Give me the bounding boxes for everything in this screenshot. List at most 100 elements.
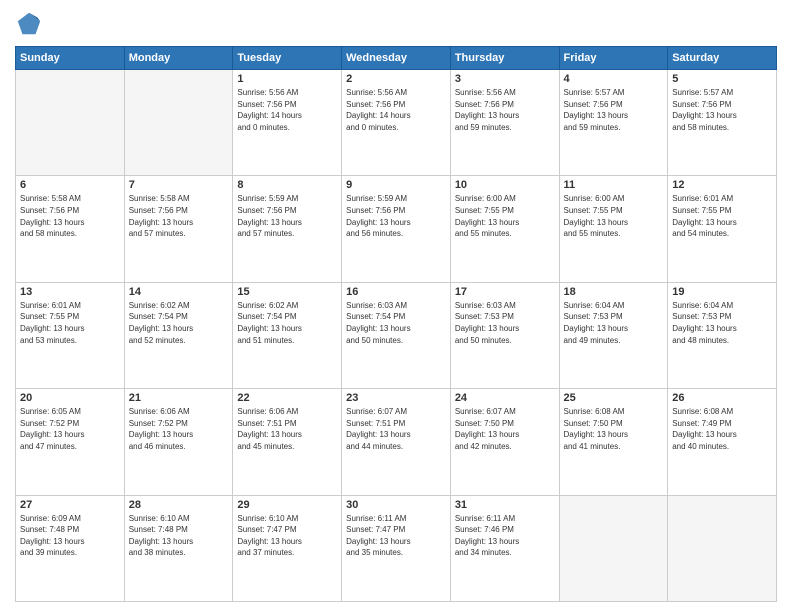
page: SundayMondayTuesdayWednesdayThursdayFrid… [0,0,792,612]
day-info: Sunrise: 6:01 AM Sunset: 7:55 PM Dayligh… [672,193,772,239]
day-info: Sunrise: 6:07 AM Sunset: 7:50 PM Dayligh… [455,406,555,452]
day-number: 29 [237,499,337,511]
calendar-cell [559,495,668,601]
day-info: Sunrise: 5:59 AM Sunset: 7:56 PM Dayligh… [237,193,337,239]
calendar-cell: 11Sunrise: 6:00 AM Sunset: 7:55 PM Dayli… [559,176,668,282]
day-info: Sunrise: 6:01 AM Sunset: 7:55 PM Dayligh… [20,300,120,346]
calendar-cell: 26 Sunrise: 6:08 AM Sunset: 7:49 PM Dayli… [668,389,777,495]
calendar-cell: 17 Sunrise: 6:03 AM Sunset: 7:53 PM Dayli… [450,282,559,388]
day-info: Sunrise: 6:11 AM Sunset: 7:46 PM Dayligh… [455,513,555,559]
day-number: 19 [672,286,772,298]
day-number: 8 [237,179,337,191]
day-number: 1 [237,73,337,85]
day-number: 30 [346,499,446,511]
day-info: Sunrise: 6:00 AM Sunset: 7:55 PM Dayligh… [455,193,555,239]
calendar-cell [16,70,125,176]
calendar-cell: 4 Sunrise: 5:57 AM Sunset: 7:56 PM Daylig… [559,70,668,176]
calendar-table: SundayMondayTuesdayWednesdayThursdayFrid… [15,46,777,602]
header [15,10,777,38]
day-number: 25 [564,392,664,404]
calendar-cell: 22 Sunrise: 6:06 AM Sunset: 7:51 PM Dayli… [233,389,342,495]
day-number: 22 [237,392,337,404]
day-info: Sunrise: 5:59 AM Sunset: 7:56 PM Dayligh… [346,193,446,239]
day-number: 31 [455,499,555,511]
weekday-header-monday: Monday [124,47,233,70]
weekday-header-sunday: Sunday [16,47,125,70]
day-info: Sunrise: 6:10 AM Sunset: 7:47 PM Dayligh… [237,513,337,559]
week-row-2: 13 Sunrise: 6:01 AM Sunset: 7:55 PM Dayli… [16,282,777,388]
calendar-cell: 30 Sunrise: 6:11 AM Sunset: 7:47 PM Dayli… [342,495,451,601]
day-info: Sunrise: 6:08 AM Sunset: 7:49 PM Dayligh… [672,406,772,452]
calendar-cell [668,495,777,601]
day-number: 2 [346,73,446,85]
calendar-cell: 28 Sunrise: 6:10 AM Sunset: 7:48 PM Dayli… [124,495,233,601]
day-number: 20 [20,392,120,404]
day-info: Sunrise: 5:56 AM Sunset: 7:56 PM Dayligh… [455,87,555,133]
day-number: 24 [455,392,555,404]
day-info: Sunrise: 6:11 AM Sunset: 7:47 PM Dayligh… [346,513,446,559]
day-number: 17 [455,286,555,298]
weekday-header-wednesday: Wednesday [342,47,451,70]
calendar-cell: 13 Sunrise: 6:01 AM Sunset: 7:55 PM Dayli… [16,282,125,388]
week-row-0: 1 Sunrise: 5:56 AM Sunset: 7:56 PM Daylig… [16,70,777,176]
week-row-1: 6 Sunrise: 5:58 AM Sunset: 7:56 PM Daylig… [16,176,777,282]
day-info: Sunrise: 5:58 AM Sunset: 7:56 PM Dayligh… [20,193,120,239]
day-info: Sunrise: 6:06 AM Sunset: 7:51 PM Dayligh… [237,406,337,452]
day-info: Sunrise: 5:56 AM Sunset: 7:56 PM Dayligh… [237,87,337,133]
day-number: 21 [129,392,229,404]
day-info: Sunrise: 6:08 AM Sunset: 7:50 PM Dayligh… [564,406,664,452]
day-number: 10 [455,179,555,191]
week-row-3: 20Sunrise: 6:05 AM Sunset: 7:52 PM Dayli… [16,389,777,495]
day-number: 23 [346,392,446,404]
day-number: 13 [20,286,120,298]
weekday-header-saturday: Saturday [668,47,777,70]
day-info: Sunrise: 6:07 AM Sunset: 7:51 PM Dayligh… [346,406,446,452]
calendar-cell: 20Sunrise: 6:05 AM Sunset: 7:52 PM Dayli… [16,389,125,495]
calendar-cell: 24 Sunrise: 6:07 AM Sunset: 7:50 PM Dayli… [450,389,559,495]
calendar-cell: 6 Sunrise: 5:58 AM Sunset: 7:56 PM Daylig… [16,176,125,282]
calendar-cell: 16Sunrise: 6:03 AM Sunset: 7:54 PM Dayli… [342,282,451,388]
day-number: 15 [237,286,337,298]
calendar-cell: 15 Sunrise: 6:02 AM Sunset: 7:54 PM Dayli… [233,282,342,388]
day-info: Sunrise: 6:09 AM Sunset: 7:48 PM Dayligh… [20,513,120,559]
day-number: 4 [564,73,664,85]
calendar-cell: 2Sunrise: 5:56 AM Sunset: 7:56 PM Daylig… [342,70,451,176]
calendar-cell: 27Sunrise: 6:09 AM Sunset: 7:48 PM Dayli… [16,495,125,601]
calendar-cell: 29 Sunrise: 6:10 AM Sunset: 7:47 PM Dayli… [233,495,342,601]
calendar-cell: 12 Sunrise: 6:01 AM Sunset: 7:55 PM Dayli… [668,176,777,282]
weekday-header-row: SundayMondayTuesdayWednesdayThursdayFrid… [16,47,777,70]
day-info: Sunrise: 5:58 AM Sunset: 7:56 PM Dayligh… [129,193,229,239]
day-info: Sunrise: 6:04 AM Sunset: 7:53 PM Dayligh… [672,300,772,346]
day-info: Sunrise: 5:57 AM Sunset: 7:56 PM Dayligh… [564,87,664,133]
day-info: Sunrise: 6:02 AM Sunset: 7:54 PM Dayligh… [129,300,229,346]
calendar-cell: 18 Sunrise: 6:04 AM Sunset: 7:53 PM Dayli… [559,282,668,388]
day-number: 7 [129,179,229,191]
day-info: Sunrise: 6:03 AM Sunset: 7:53 PM Dayligh… [455,300,555,346]
day-number: 14 [129,286,229,298]
day-number: 6 [20,179,120,191]
day-info: Sunrise: 6:02 AM Sunset: 7:54 PM Dayligh… [237,300,337,346]
calendar-cell: 14 Sunrise: 6:02 AM Sunset: 7:54 PM Dayli… [124,282,233,388]
calendar-cell: 31 Sunrise: 6:11 AM Sunset: 7:46 PM Dayli… [450,495,559,601]
day-number: 26 [672,392,772,404]
calendar-cell: 25 Sunrise: 6:08 AM Sunset: 7:50 PM Dayli… [559,389,668,495]
calendar-cell: 10 Sunrise: 6:00 AM Sunset: 7:55 PM Dayli… [450,176,559,282]
calendar-cell: 8 Sunrise: 5:59 AM Sunset: 7:56 PM Daylig… [233,176,342,282]
week-row-4: 27Sunrise: 6:09 AM Sunset: 7:48 PM Dayli… [16,495,777,601]
calendar-cell: 9Sunrise: 5:59 AM Sunset: 7:56 PM Daylig… [342,176,451,282]
day-number: 18 [564,286,664,298]
day-number: 5 [672,73,772,85]
day-info: Sunrise: 6:10 AM Sunset: 7:48 PM Dayligh… [129,513,229,559]
calendar-cell: 7 Sunrise: 5:58 AM Sunset: 7:56 PM Daylig… [124,176,233,282]
calendar-cell [124,70,233,176]
calendar-cell: 19 Sunrise: 6:04 AM Sunset: 7:53 PM Dayli… [668,282,777,388]
calendar-cell: 5 Sunrise: 5:57 AM Sunset: 7:56 PM Daylig… [668,70,777,176]
day-info: Sunrise: 6:06 AM Sunset: 7:52 PM Dayligh… [129,406,229,452]
day-number: 12 [672,179,772,191]
day-number: 16 [346,286,446,298]
logo [15,10,47,38]
calendar-cell: 1 Sunrise: 5:56 AM Sunset: 7:56 PM Daylig… [233,70,342,176]
day-info: Sunrise: 6:04 AM Sunset: 7:53 PM Dayligh… [564,300,664,346]
day-number: 28 [129,499,229,511]
day-info: Sunrise: 5:57 AM Sunset: 7:56 PM Dayligh… [672,87,772,133]
